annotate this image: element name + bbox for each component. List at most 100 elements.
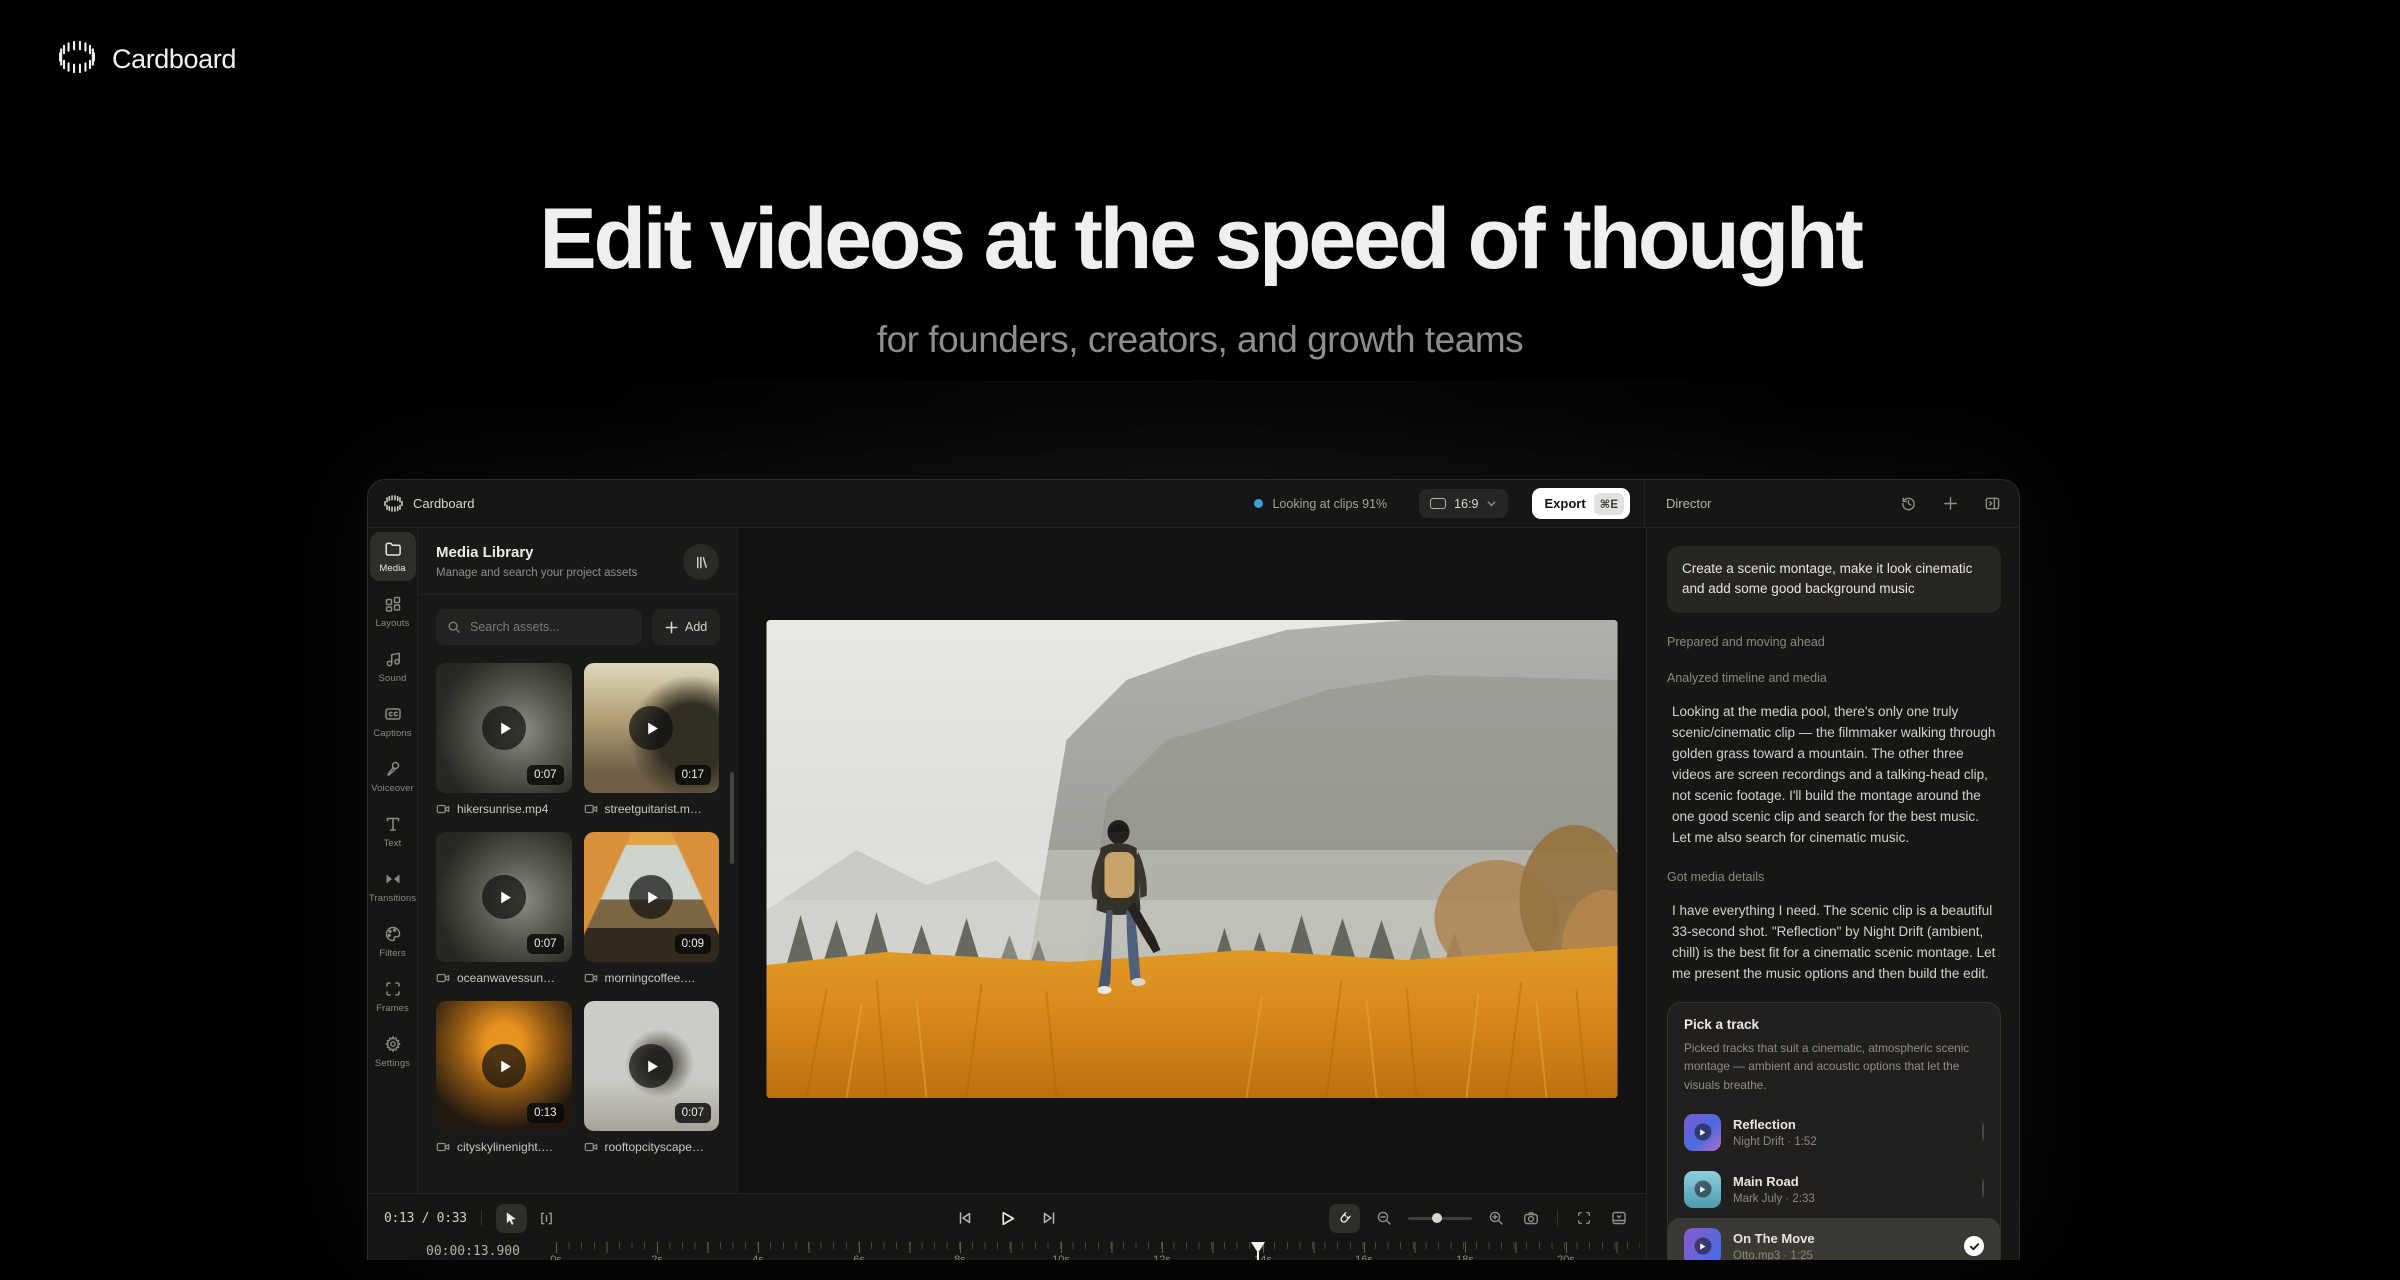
- asset-thumbnail[interactable]: 0:13: [436, 1001, 572, 1131]
- search-input[interactable]: [470, 620, 631, 634]
- select-tool-button[interactable]: [496, 1204, 527, 1233]
- ruler-label: 2s: [651, 1254, 663, 1260]
- sidebar-item-voiceover[interactable]: Voiceover: [370, 752, 416, 801]
- track-option-main-road[interactable]: Main Road Mark July · 2:33: [1668, 1161, 2000, 1218]
- panel-toggle-icon[interactable]: [1981, 493, 2003, 515]
- skip-forward-icon[interactable]: [1038, 1207, 1060, 1229]
- director-panel-title: Director: [1666, 496, 1712, 511]
- hero-title: Edit videos at the speed of thought: [0, 190, 2400, 289]
- track-picker-description: Picked tracks that suit a cinematic, atm…: [1684, 1039, 1984, 1094]
- fullscreen-icon[interactable]: [1573, 1207, 1595, 1229]
- status-text: Looking at clips 91%: [1272, 497, 1387, 511]
- history-icon[interactable]: [1897, 493, 1919, 515]
- add-asset-button[interactable]: Add: [652, 609, 720, 645]
- snap-magnet-button[interactable]: [1329, 1204, 1360, 1233]
- sidebar-item-settings[interactable]: Settings: [370, 1027, 416, 1076]
- ruler-label: 12s: [1153, 1254, 1171, 1260]
- zoom-slider[interactable]: [1408, 1217, 1472, 1220]
- collapse-timeline-icon[interactable]: [1608, 1207, 1630, 1229]
- duration-badge: 0:13: [527, 1103, 563, 1123]
- asset-card: 0:13 cityskylinenight.…: [436, 1001, 572, 1154]
- playhead-timestamp: 00:00:13.900: [426, 1244, 520, 1259]
- text-icon: [384, 815, 402, 833]
- window-topbar: Cardboard Looking at clips 91% 16:9 Expo…: [368, 480, 2019, 528]
- asset-thumbnail[interactable]: 0:07: [436, 832, 572, 962]
- skip-back-icon[interactable]: [954, 1207, 976, 1229]
- aspect-ratio-value: 16:9: [1454, 497, 1478, 511]
- play-icon: [629, 706, 673, 750]
- zoom-in-icon[interactable]: [1485, 1207, 1507, 1229]
- brand: Cardboard: [58, 38, 236, 81]
- asset-thumbnail[interactable]: 0:07: [436, 663, 572, 793]
- aspect-ratio-dropdown[interactable]: 16:9: [1419, 489, 1508, 518]
- media-library-panel: Media Library Manage and search your pro…: [418, 528, 738, 1193]
- radio-unselected-icon[interactable]: [1982, 1179, 1984, 1198]
- time-display: 0:13 / 0:33: [384, 1211, 467, 1226]
- track-option-reflection[interactable]: Reflection Night Drift · 1:52: [1668, 1104, 2000, 1161]
- snapshot-camera-icon[interactable]: [1520, 1207, 1542, 1229]
- zoom-slider-thumb[interactable]: [1432, 1213, 1442, 1223]
- sidebar-item-sound[interactable]: Sound: [370, 642, 416, 691]
- folder-icon: [384, 540, 402, 558]
- sidebar-item-filters[interactable]: Filters: [370, 917, 416, 966]
- asset-card: 0:17 streetguitarist.m…: [584, 663, 720, 816]
- media-library-subtitle: Manage and search your project assets: [436, 567, 637, 579]
- asset-thumbnail[interactable]: 0:17: [584, 663, 720, 793]
- plus-icon: [665, 621, 678, 634]
- sidebar-item-label: Layouts: [376, 618, 410, 629]
- preview-scene: [767, 620, 1618, 1098]
- track-meta: Mark July · 2:33: [1733, 1193, 1815, 1205]
- transition-icon: [384, 870, 402, 888]
- video-camera-icon: [584, 1140, 598, 1154]
- asset-name: morningcoffee.…: [605, 971, 696, 985]
- play-icon: [1694, 1124, 1711, 1141]
- range-tool-button[interactable]: [531, 1204, 562, 1233]
- asset-grid: 0:07 hikersunrise.mp4 0:17: [418, 651, 737, 1154]
- library-view-button[interactable]: [683, 544, 719, 580]
- asset-thumbnail[interactable]: 0:09: [584, 832, 720, 962]
- ruler-label: 6s: [853, 1254, 865, 1260]
- search-box[interactable]: [436, 609, 642, 645]
- palette-icon: [384, 925, 402, 943]
- status-dot-icon: [1254, 499, 1263, 508]
- sidebar-item-captions[interactable]: Captions: [370, 697, 416, 746]
- sidebar-item-layouts[interactable]: Layouts: [370, 587, 416, 636]
- radio-unselected-icon[interactable]: [1982, 1122, 1984, 1141]
- director-step: Got media details: [1667, 870, 2001, 884]
- status-indicator: Looking at clips 91%: [1254, 497, 1387, 511]
- asset-thumbnail[interactable]: 0:07: [584, 1001, 720, 1131]
- ruler-label: 18s: [1456, 1254, 1474, 1260]
- plus-icon[interactable]: [1939, 493, 1961, 515]
- ruler-label: 8s: [954, 1254, 966, 1260]
- sidebar-item-media[interactable]: Media: [370, 532, 416, 581]
- sidebar-item-frames[interactable]: Frames: [370, 972, 416, 1021]
- playhead-stem: [1257, 1252, 1259, 1260]
- director-step: Analyzed timeline and media: [1667, 671, 2001, 685]
- video-camera-icon: [436, 1140, 450, 1154]
- zoom-out-icon[interactable]: [1373, 1207, 1395, 1229]
- aspect-rect-icon: [1430, 498, 1446, 509]
- preview-stage: [738, 528, 1646, 1193]
- scrollbar[interactable]: [730, 772, 734, 864]
- captions-icon: [384, 705, 402, 723]
- sidebar-item-transitions[interactable]: Transitions: [370, 862, 416, 911]
- sidebar-item-text[interactable]: Text: [370, 807, 416, 856]
- duration-badge: 0:07: [527, 934, 563, 954]
- track-option-on-the-move[interactable]: On The Move Otto.mp3 · 1:25: [1668, 1218, 2000, 1260]
- director-panel: Create a scenic montage, make it look ci…: [1646, 528, 2020, 1260]
- asset-name: oceanwavessun…: [457, 971, 555, 985]
- video-preview[interactable]: [767, 620, 1618, 1098]
- check-selected-icon[interactable]: [1964, 1236, 1984, 1256]
- export-button[interactable]: Export ⌘E: [1532, 488, 1630, 519]
- asset-card: 0:07 oceanwavessun…: [436, 832, 572, 985]
- ruler-label: 10s: [1052, 1254, 1070, 1260]
- topbar-left: Cardboard Looking at clips 91% 16:9 Expo…: [368, 480, 1644, 527]
- sidebar-item-label: Settings: [375, 1058, 410, 1069]
- asset-card: 0:07 rooftopcityscape…: [584, 1001, 720, 1154]
- director-message: I have everything I need. The scenic cli…: [1667, 900, 2001, 984]
- play-button[interactable]: [996, 1207, 1018, 1229]
- duration-badge: 0:07: [675, 1103, 711, 1123]
- duration-badge: 0:17: [675, 765, 711, 785]
- timeline-ruler[interactable]: 00:00:13.900 0s 2s 4s 6s 8s 10s 12s 14s …: [368, 1242, 1646, 1260]
- asset-name: hikersunrise.mp4: [457, 802, 548, 816]
